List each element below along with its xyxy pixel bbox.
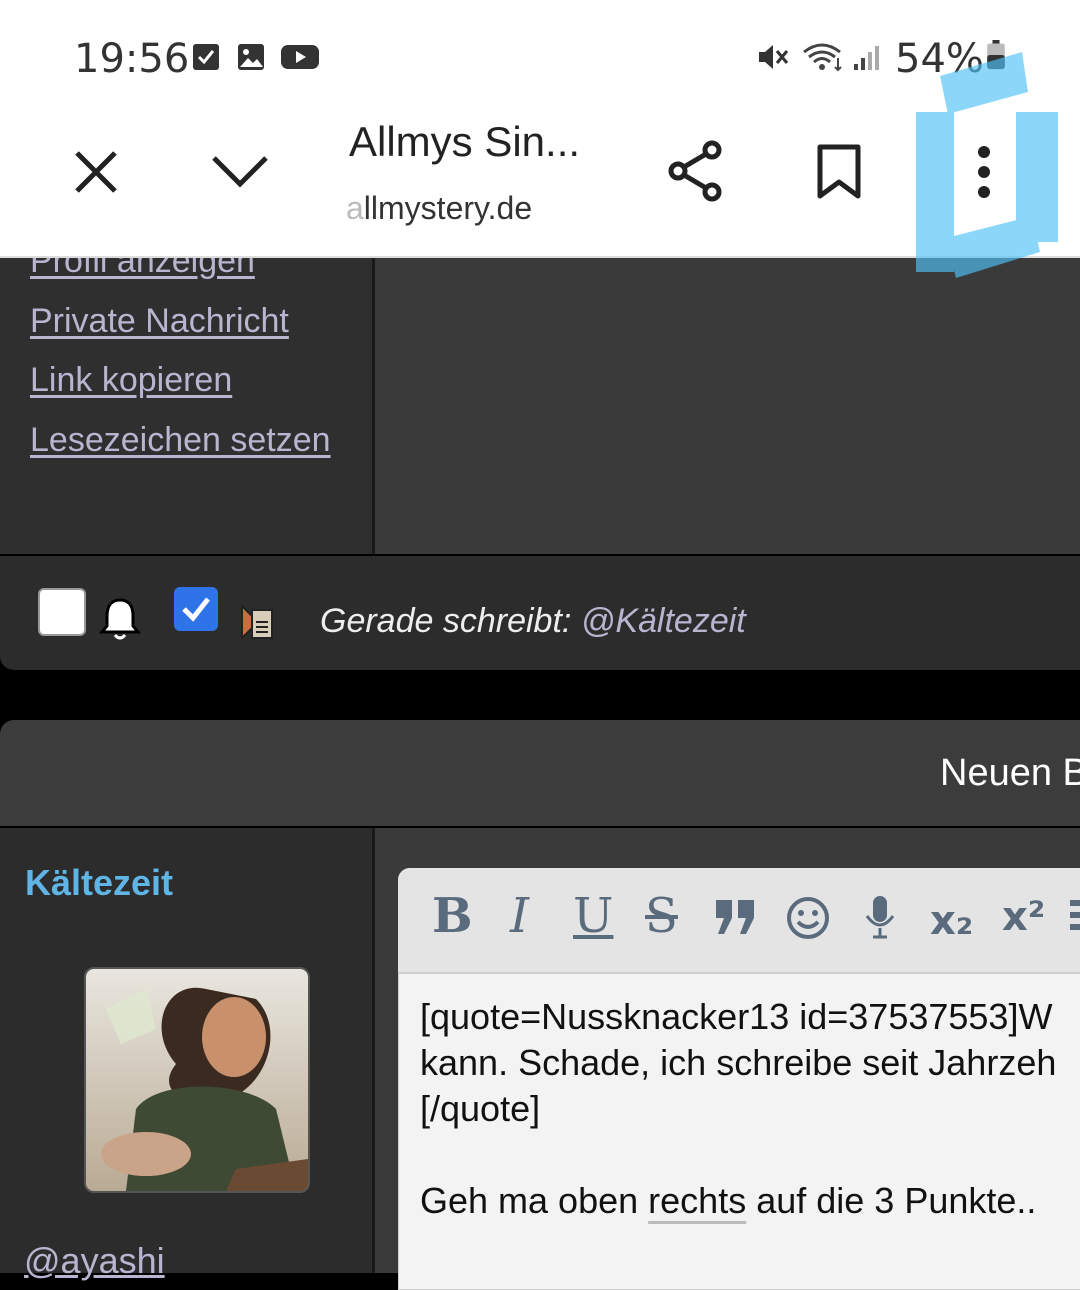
battery-percent: 54% (895, 36, 984, 82)
typing-user-link[interactable]: @Kältezeit (581, 602, 746, 640)
notify-checkbox[interactable] (38, 588, 86, 636)
microphone-icon[interactable] (864, 894, 896, 940)
battery-icon (987, 40, 1005, 70)
private-message-link[interactable]: Private Nachricht (30, 302, 289, 341)
set-bookmark-link[interactable]: Lesezeichen setzen (30, 421, 331, 460)
quote-icon[interactable] (714, 898, 758, 938)
status-bar: 19:56 54% (0, 0, 1080, 110)
more-tools-icon[interactable] (1070, 900, 1080, 934)
bold-button[interactable]: B (432, 888, 473, 944)
close-icon[interactable] (72, 148, 120, 196)
reply-header-title: Neuen B (940, 752, 1080, 794)
underline-button[interactable]: U (573, 888, 613, 944)
signal-icon (854, 46, 879, 70)
italic-button[interactable]: I (510, 888, 529, 944)
strikethrough-button[interactable]: S (645, 888, 678, 944)
gallery-notification-icon (238, 44, 264, 70)
checkmark-icon (182, 597, 210, 622)
editor-content[interactable]: [quote=Nussknacker13 id=37537553]W kann. … (420, 994, 1056, 1224)
chevron-down-icon[interactable] (210, 152, 270, 192)
avatar-image (86, 969, 308, 1191)
status-time: 19:56 (74, 36, 190, 82)
subscribe-checkbox[interactable] (174, 587, 218, 631)
copy-link-link[interactable]: Link kopieren (30, 361, 232, 400)
emoji-icon[interactable] (786, 896, 830, 940)
subscript-button[interactable]: x₂ (930, 898, 973, 944)
checkbox-notification-icon (193, 44, 219, 70)
youtube-notification-icon (281, 45, 319, 69)
tab-title: Allmys Sin... (349, 118, 581, 165)
tab-url: allmystery.de (346, 190, 533, 226)
bell-icon (98, 598, 142, 640)
subscribe-folder-icon (241, 603, 273, 641)
reply-header (0, 720, 1080, 826)
bookmark-icon[interactable] (816, 144, 862, 200)
wifi-icon (803, 43, 842, 72)
share-icon[interactable] (666, 140, 726, 202)
superscript-button[interactable]: x² (1002, 894, 1045, 940)
more-vert-icon[interactable] (974, 144, 994, 200)
avatar[interactable] (84, 967, 310, 1193)
mute-icon (759, 45, 789, 69)
author-name[interactable]: Kältezeit (25, 862, 173, 904)
typing-indicator: Gerade schreibt: @Kältezeit (320, 602, 746, 640)
author-handle[interactable]: @ayashi (24, 1240, 165, 1282)
